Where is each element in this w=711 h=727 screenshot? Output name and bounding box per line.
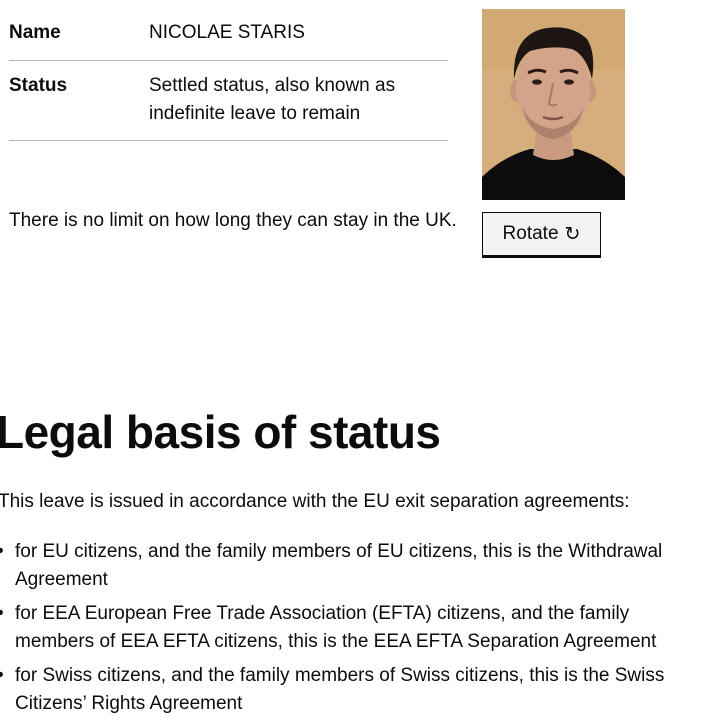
name-key: Name	[9, 22, 61, 43]
person-photo-illustration	[482, 9, 625, 200]
summary-row-name: Name NICOLAE STARIS	[9, 9, 448, 61]
list-item: • for EU citizens, and the family member…	[0, 538, 709, 594]
legal-basis-list: • for EU citizens, and the family member…	[0, 538, 709, 724]
list-item-text: for EU citizens, and the family members …	[15, 541, 663, 590]
legal-basis-intro: This leave is issued in accordance with …	[0, 491, 630, 512]
stay-duration-text: There is no limit on how long they can s…	[9, 210, 457, 231]
list-item-text: for EEA European Free Trade Association …	[15, 603, 657, 652]
list-item: • for EEA European Free Trade Associatio…	[0, 600, 709, 656]
list-item: • for Swiss citizens, and the family mem…	[0, 662, 709, 718]
status-value: Settled status, also known as indefinite…	[149, 75, 396, 124]
rotate-button-label: Rotate	[502, 223, 559, 244]
name-value: NICOLAE STARIS	[149, 22, 305, 43]
list-item-text: for Swiss citizens, and the family membe…	[15, 665, 665, 714]
bullet-icon: •	[0, 600, 4, 628]
person-photo	[482, 9, 625, 200]
legal-basis-heading: Legal basis of status	[0, 406, 441, 458]
summary-row-status: Status Settled status, also known as ind…	[9, 61, 448, 141]
bullet-icon: •	[0, 662, 4, 690]
bullet-icon: •	[0, 538, 4, 566]
status-key: Status	[9, 75, 68, 96]
rotate-icon: ↻	[564, 223, 581, 245]
rotate-button[interactable]: Rotate ↻	[482, 212, 601, 258]
summary-list: Name NICOLAE STARIS Status Settled statu…	[9, 9, 448, 141]
